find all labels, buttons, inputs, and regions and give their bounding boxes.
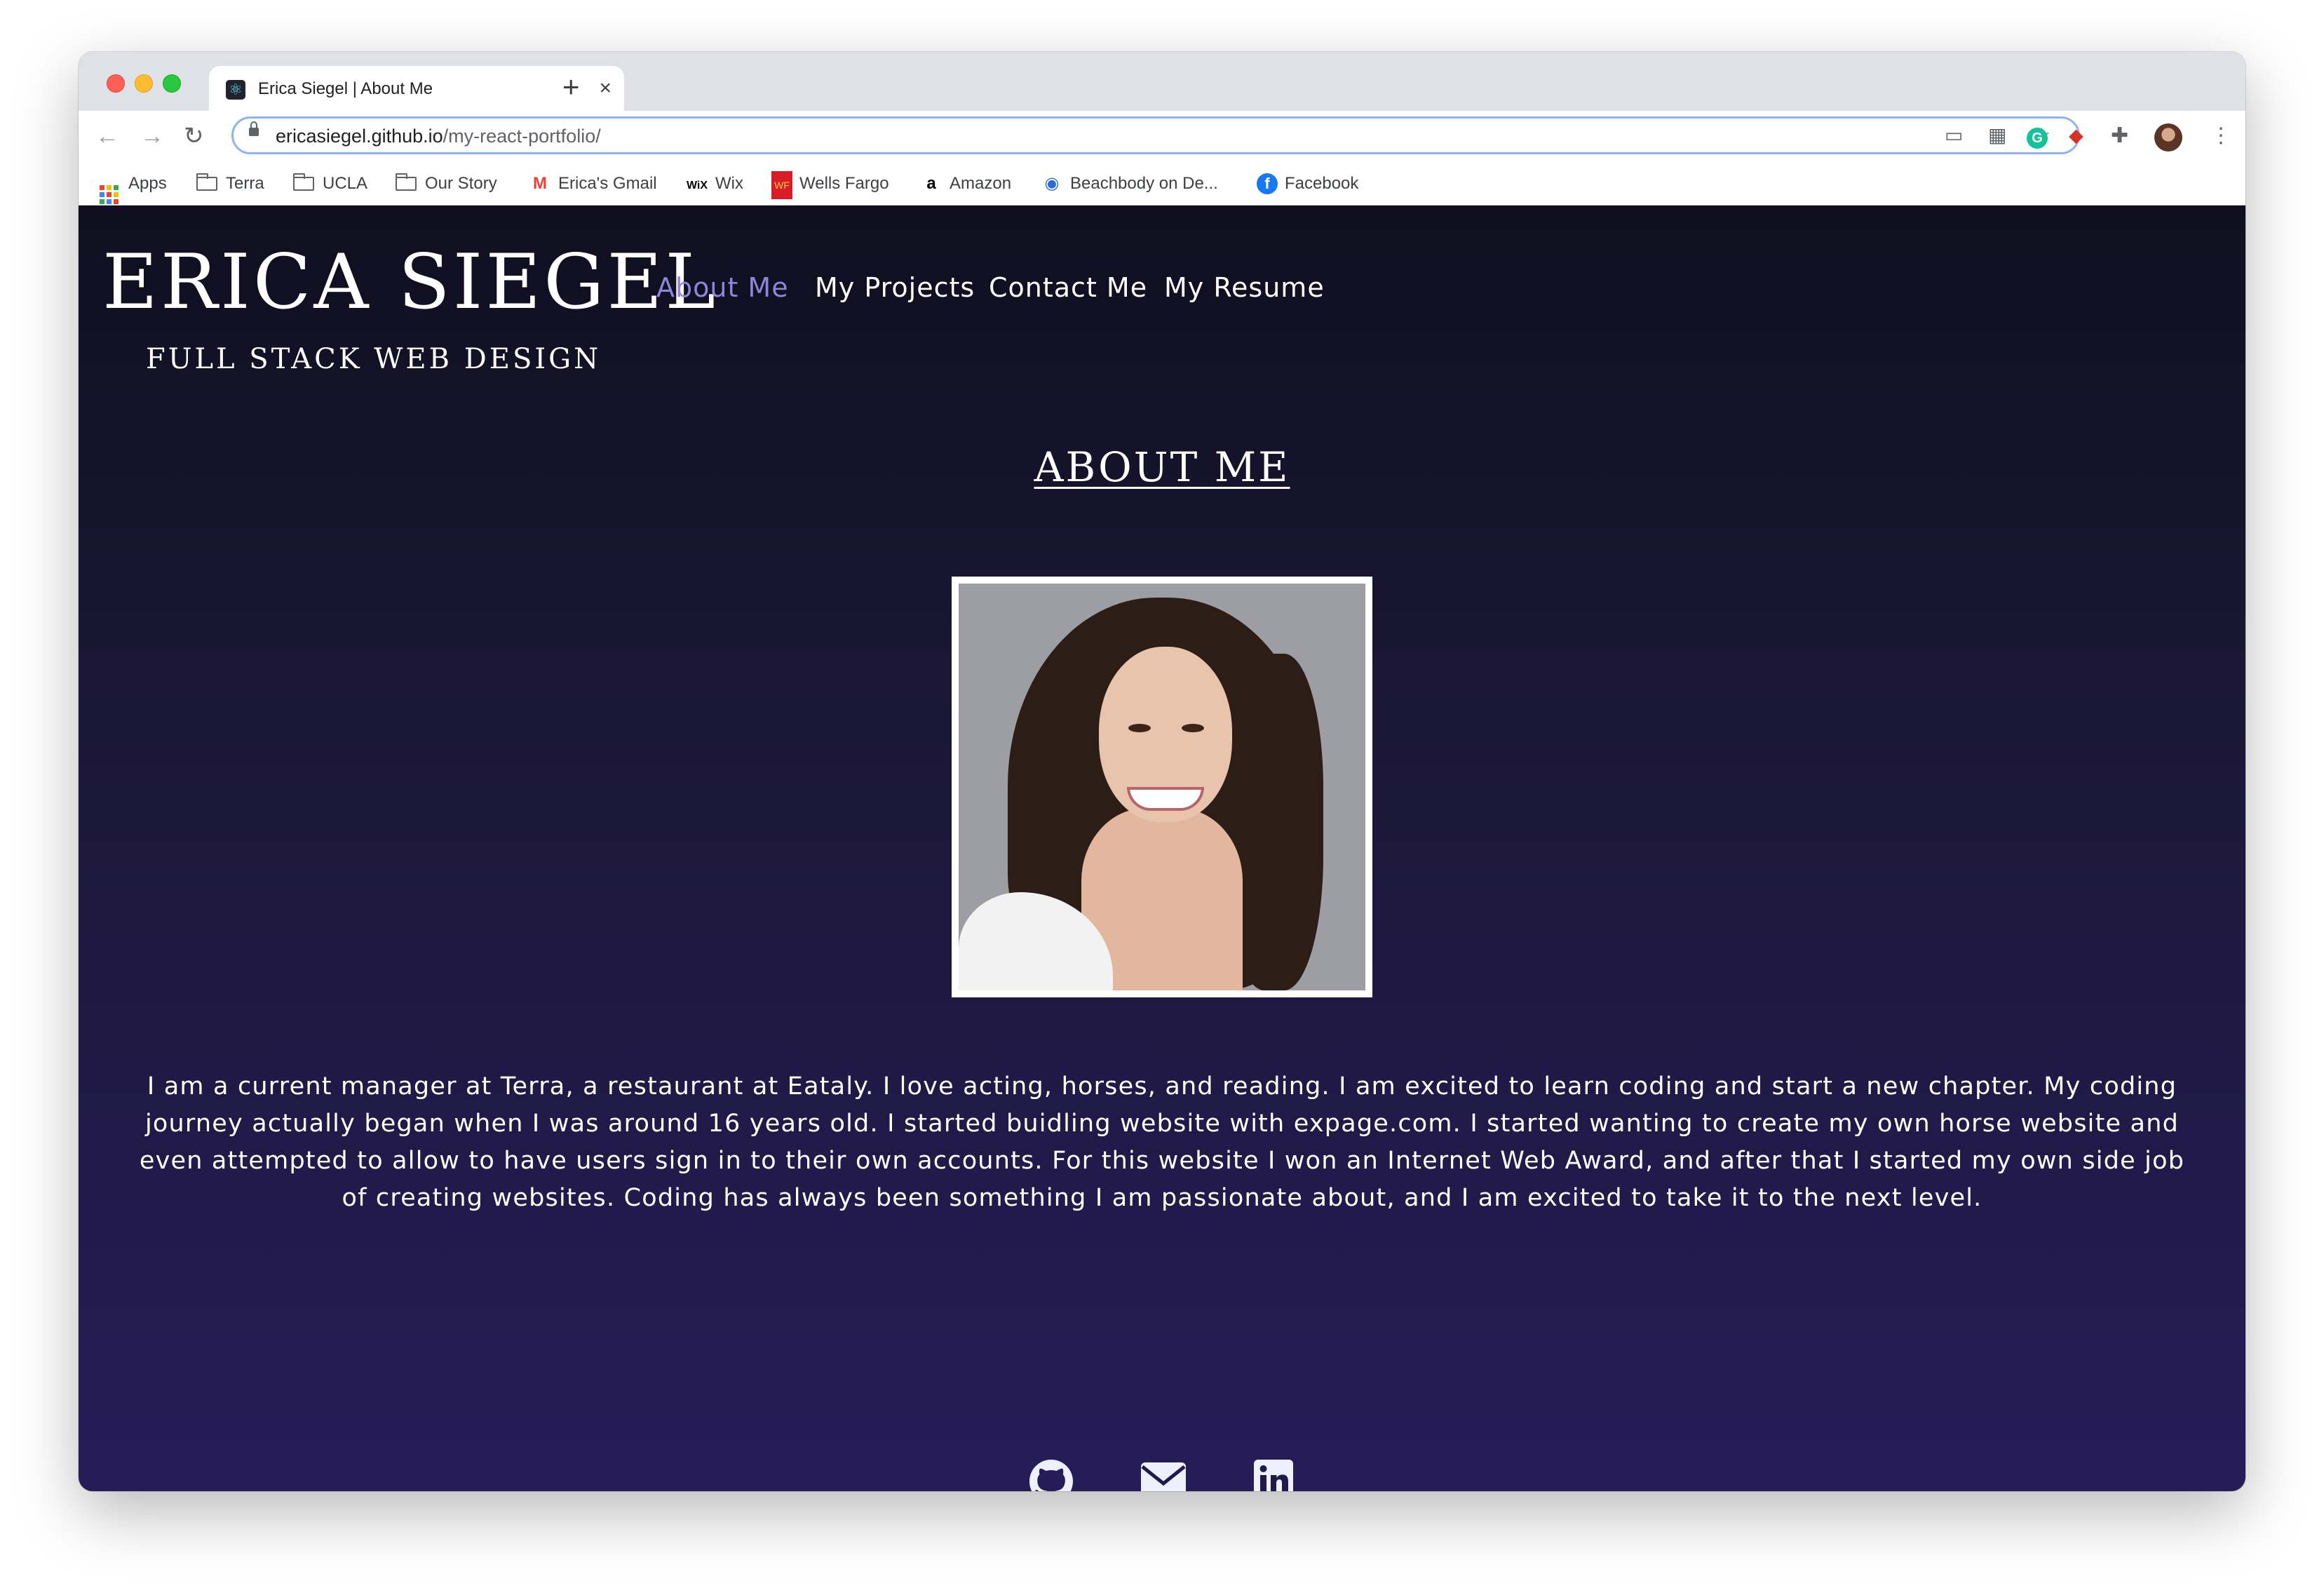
bookmark-label: Our Story [425,174,497,193]
brand-name: ERICA SIEGEL [102,238,719,326]
extensions-puzzle-icon[interactable]: ✚ [2111,121,2128,152]
portfolio-page: ERICA SIEGEL FULL STACK WEB DESIGN About… [79,206,2245,1491]
bookmark-label: Terra [226,174,264,193]
tab-close-icon[interactable]: × [599,76,612,101]
forward-arrow-icon[interactable]: → [140,119,164,153]
bookmark-label: Wix [715,174,743,193]
brand-subtitle: FULL STACK WEB DESIGN [146,343,602,375]
bookmark-amazon[interactable]: a Amazon [920,170,1011,198]
browser-window: ⚛ Erica Siegel | About Me × + ← → ↻ eric… [79,52,2245,1491]
section-title: ABOUT ME [1034,443,1290,491]
bookmark-our-story[interactable]: Our Story [396,170,497,198]
linkedin-icon[interactable] [1254,1460,1293,1491]
maximize-window-button[interactable] [163,74,181,93]
bookmark-beachbody[interactable]: ◉ Beachbody on De... [1041,170,1218,198]
close-window-button[interactable] [107,74,125,93]
github-icon[interactable] [1029,1460,1073,1491]
folder-icon [396,173,417,191]
bookmark-label: Amazon [950,174,1012,193]
url-text: ericasiegel.github.io/my-react-portfolio… [276,124,601,148]
bookmark-wix[interactable]: WiX Wix [686,170,743,200]
browser-toolbar: ← → ↻ ericasiegel.github.io/my-react-por… [79,111,2245,163]
photo-smile [1127,787,1204,811]
new-tab-button[interactable]: + [562,66,580,108]
back-arrow-icon[interactable]: ← [95,119,119,153]
bookmark-wells-fargo[interactable]: WF Wells Fargo [771,170,889,199]
lock-icon [249,121,259,136]
folder-icon [293,173,314,191]
bookmark-ucla[interactable]: UCLA [293,170,367,198]
wells-fargo-icon: WF [771,171,792,199]
minimize-window-button[interactable] [135,74,153,93]
url-host: ericasiegel.github.io [276,126,443,147]
tab-title: Erica Siegel | About Me [258,79,433,98]
profile-photo-frame [952,577,1372,997]
grammarly-extension-icon[interactable]: G [2027,128,2048,149]
bookmark-label: Facebook [1285,174,1359,193]
cast-icon[interactable]: ▭ [1945,123,1963,148]
nav-contact-me[interactable]: Contact Me [989,270,1147,305]
menu-kebab-icon[interactable]: ⋮ [2210,121,2231,152]
profile-photo [959,584,1365,990]
nav-my-projects[interactable]: My Projects [815,270,975,305]
bookmark-label: Erica's Gmail [558,174,657,193]
facebook-icon: f [1257,173,1278,194]
section-heading: ABOUT ME [79,444,2245,490]
bookmark-apps[interactable]: Apps [100,170,167,204]
nav-about-me[interactable]: About Me [656,270,789,305]
bookmark-label: Beachbody on De... [1070,174,1218,193]
wix-icon: WiX [686,180,708,191]
nav-my-resume[interactable]: My Resume [1164,270,1325,305]
folder-icon [196,173,217,191]
extension-badge-icon[interactable]: ⬥ [2069,121,2083,152]
bookmark-terra[interactable]: Terra [196,170,264,198]
react-favicon-icon: ⚛ [226,80,245,100]
profile-avatar[interactable] [2154,123,2182,152]
bookmark-label: Wells Fargo [799,174,889,193]
bookmark-label: Apps [128,174,167,193]
photo-eye-left [1128,724,1151,732]
qr-code-icon[interactable]: ▦ [1988,123,2006,148]
beachbody-icon: ◉ [1044,174,1060,193]
bio-paragraph: I am a current manager at Terra, a resta… [139,1072,2185,1212]
envelope-icon[interactable] [1141,1462,1186,1491]
amazon-icon: a [926,174,936,193]
url-path: /my-react-portfolio/ [442,126,601,147]
tab-strip: ⚛ Erica Siegel | About Me × + [79,52,2245,111]
address-bar[interactable]: ericasiegel.github.io/my-react-portfolio… [231,116,2080,154]
bookmark-gmail[interactable]: M Erica's Gmail [529,170,657,198]
apps-grid-icon [100,185,119,204]
bookmark-label: UCLA [323,174,368,193]
reload-icon[interactable]: ↻ [184,119,204,153]
gmail-icon: M [533,174,547,193]
bookmarks-bar: Apps Terra UCLA Our Story M Erica's Gmail… [79,163,2245,206]
bookmark-facebook[interactable]: f Facebook [1257,170,1358,198]
photo-eye-right [1182,724,1204,732]
